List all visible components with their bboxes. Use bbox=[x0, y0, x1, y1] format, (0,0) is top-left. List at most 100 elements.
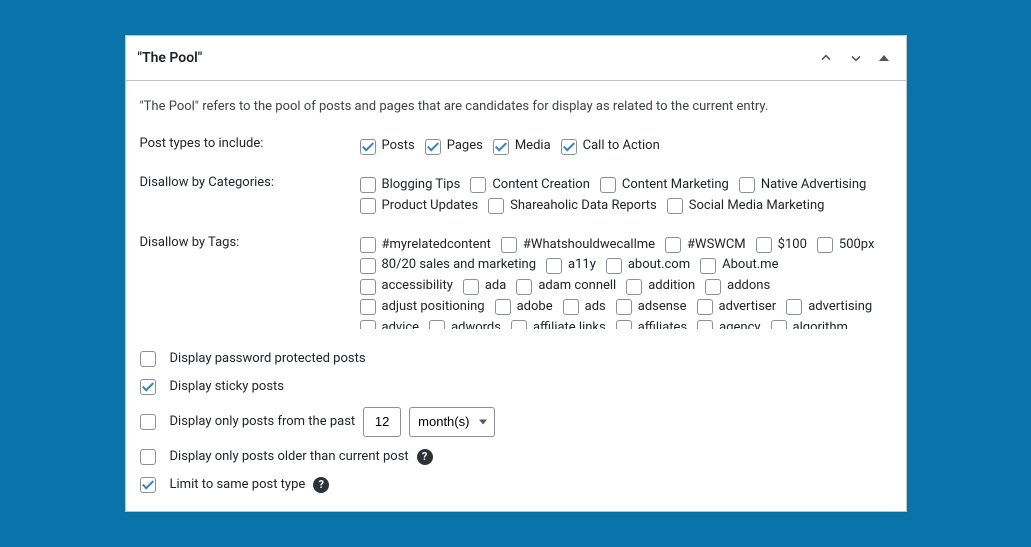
tag-label: $100 bbox=[778, 235, 807, 256]
tag-checkbox[interactable] bbox=[360, 320, 376, 328]
tag-checkbox[interactable] bbox=[546, 258, 562, 274]
category-checkbox[interactable] bbox=[739, 177, 755, 193]
tag-item[interactable]: a11y bbox=[546, 255, 596, 276]
tag-checkbox[interactable] bbox=[360, 279, 376, 295]
tag-checkbox[interactable] bbox=[360, 237, 376, 253]
category-item[interactable]: Content Marketing bbox=[600, 175, 729, 196]
post-type-checkbox[interactable] bbox=[561, 139, 577, 155]
tag-checkbox[interactable] bbox=[463, 279, 479, 295]
category-checkbox[interactable] bbox=[470, 177, 486, 193]
tag-item[interactable]: addition bbox=[626, 276, 695, 297]
tag-checkbox[interactable] bbox=[360, 258, 376, 274]
tag-item[interactable]: adjust positioning bbox=[360, 297, 485, 318]
category-item[interactable]: Native Advertising bbox=[739, 175, 867, 196]
toggle-panel-button[interactable] bbox=[874, 48, 894, 68]
post-type-item[interactable]: Call to Action bbox=[561, 136, 660, 157]
tag-item[interactable]: #Whatshouldwecallme bbox=[501, 235, 655, 256]
category-item[interactable]: Shareaholic Data Reports bbox=[488, 196, 657, 217]
tag-item[interactable]: About.me bbox=[700, 255, 778, 276]
label-post-types: Post types to include: bbox=[140, 128, 360, 167]
label-past-posts[interactable]: Display only posts from the past bbox=[170, 414, 356, 429]
post-type-checkbox[interactable] bbox=[425, 139, 441, 155]
category-item[interactable]: Product Updates bbox=[360, 196, 479, 217]
category-label: Shareaholic Data Reports bbox=[510, 196, 657, 217]
tag-item[interactable]: 500px bbox=[817, 235, 875, 256]
tag-item[interactable]: ada bbox=[463, 276, 506, 297]
tag-item[interactable]: advertiser bbox=[697, 297, 777, 318]
post-type-checkbox[interactable] bbox=[493, 139, 509, 155]
tag-item[interactable]: affiliate links bbox=[511, 318, 606, 329]
label-password-protected[interactable]: Display password protected posts bbox=[170, 351, 366, 366]
move-down-button[interactable] bbox=[844, 46, 868, 70]
tag-item[interactable]: about.com bbox=[606, 255, 690, 276]
category-checkbox[interactable] bbox=[360, 198, 376, 214]
tag-item[interactable]: adobe bbox=[495, 297, 553, 318]
tag-checkbox[interactable] bbox=[563, 299, 579, 315]
tag-checkbox[interactable] bbox=[616, 299, 632, 315]
checkbox-password-protected[interactable] bbox=[140, 351, 156, 367]
category-checkbox[interactable] bbox=[488, 198, 504, 214]
category-checkbox[interactable] bbox=[600, 177, 616, 193]
tag-item[interactable]: agency bbox=[697, 318, 760, 329]
checkbox-past-posts[interactable] bbox=[140, 414, 156, 430]
tag-checkbox[interactable] bbox=[771, 320, 787, 328]
tag-checkbox[interactable] bbox=[626, 279, 642, 295]
move-up-button[interactable] bbox=[814, 46, 838, 70]
tag-item[interactable]: adsense bbox=[616, 297, 687, 318]
label-older-than-current[interactable]: Display only posts older than current po… bbox=[170, 449, 409, 464]
category-item[interactable]: Blogging Tips bbox=[360, 175, 461, 196]
label-limit-same-type[interactable]: Limit to same post type bbox=[170, 477, 306, 492]
tag-checkbox[interactable] bbox=[616, 320, 632, 328]
tag-checkbox[interactable] bbox=[700, 258, 716, 274]
category-item[interactable]: Social Media Marketing bbox=[667, 196, 825, 217]
tag-checkbox[interactable] bbox=[606, 258, 622, 274]
tag-checkbox[interactable] bbox=[516, 279, 532, 295]
post-type-item[interactable]: Media bbox=[493, 136, 551, 157]
tag-checkbox[interactable] bbox=[665, 237, 681, 253]
tag-checkbox[interactable] bbox=[360, 299, 376, 315]
tag-checkbox[interactable] bbox=[495, 299, 511, 315]
tag-checkbox[interactable] bbox=[817, 237, 833, 253]
tag-label: adjust positioning bbox=[382, 297, 485, 318]
tag-checkbox[interactable] bbox=[697, 299, 713, 315]
tag-checkbox[interactable] bbox=[511, 320, 527, 328]
category-checkbox[interactable] bbox=[667, 198, 683, 214]
tag-item[interactable]: accessibility bbox=[360, 276, 453, 297]
tag-checkbox[interactable] bbox=[697, 320, 713, 328]
tag-item[interactable]: 80/20 sales and marketing bbox=[360, 255, 537, 276]
tag-item[interactable]: #myrelatedcontent bbox=[360, 235, 491, 256]
metabox-header-actions bbox=[814, 46, 894, 70]
tag-checkbox[interactable] bbox=[429, 320, 445, 328]
checkbox-limit-same-type[interactable] bbox=[140, 477, 156, 493]
tag-checkbox[interactable] bbox=[756, 237, 772, 253]
checkbox-older-than-current[interactable] bbox=[140, 449, 156, 465]
tag-item[interactable]: adwords bbox=[429, 318, 501, 329]
post-type-checkbox[interactable] bbox=[360, 139, 376, 155]
post-type-item[interactable]: Pages bbox=[425, 136, 483, 157]
select-past-unit[interactable]: month(s) bbox=[409, 407, 495, 437]
tag-item[interactable]: #WSWCM bbox=[665, 235, 746, 256]
tag-checkbox[interactable] bbox=[501, 237, 517, 253]
tag-checkbox[interactable] bbox=[786, 299, 802, 315]
label-sticky-posts[interactable]: Display sticky posts bbox=[170, 379, 285, 394]
tag-item[interactable]: $100 bbox=[756, 235, 807, 256]
tag-label: ads bbox=[585, 297, 606, 318]
help-icon[interactable]: ? bbox=[313, 477, 329, 493]
tag-item[interactable]: addons bbox=[705, 276, 770, 297]
category-checkbox[interactable] bbox=[360, 177, 376, 193]
post-type-item[interactable]: Posts bbox=[360, 136, 415, 157]
input-past-quantity[interactable] bbox=[363, 407, 401, 437]
category-item[interactable]: Content Creation bbox=[470, 175, 590, 196]
tag-item[interactable]: affiliates bbox=[616, 318, 687, 329]
caret-up-icon bbox=[878, 52, 890, 64]
tag-item[interactable]: algorithm bbox=[771, 318, 848, 329]
tag-label: ada bbox=[485, 276, 506, 297]
tag-item[interactable]: ads bbox=[563, 297, 606, 318]
tag-item[interactable]: advertising bbox=[786, 297, 872, 318]
tags-list: #myrelatedcontent #Whatshouldwecallme #WSW… bbox=[360, 235, 892, 329]
help-icon[interactable]: ? bbox=[417, 449, 433, 465]
tag-checkbox[interactable] bbox=[705, 279, 721, 295]
checkbox-sticky-posts[interactable] bbox=[140, 379, 156, 395]
tag-item[interactable]: adam connell bbox=[516, 276, 616, 297]
tag-item[interactable]: advice bbox=[360, 318, 420, 329]
